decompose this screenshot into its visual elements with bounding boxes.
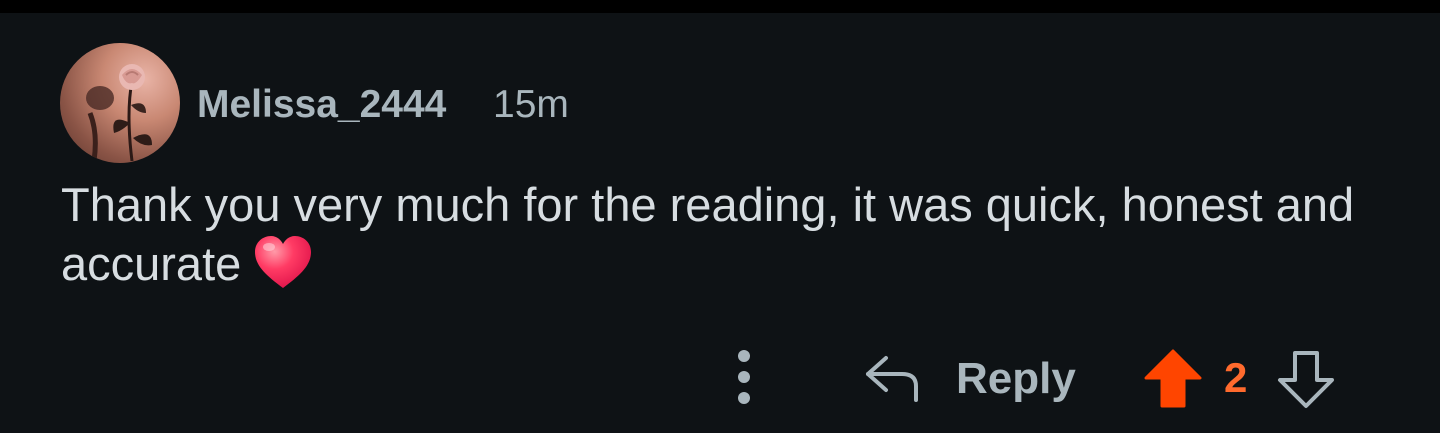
status-bar-strip bbox=[0, 0, 1440, 13]
more-vertical-icon bbox=[738, 350, 750, 404]
timestamp: 15m bbox=[493, 83, 569, 126]
avatar-rose-image bbox=[86, 64, 152, 162]
upvote-button[interactable] bbox=[1142, 348, 1204, 410]
reply-button[interactable]: Reply bbox=[862, 348, 1077, 408]
comment-body: Thank you very much for the reading, it … bbox=[61, 175, 1361, 293]
vote-count: 2 bbox=[1224, 354, 1248, 401]
downvote-arrow-icon bbox=[1278, 351, 1334, 408]
heart-emoji-icon bbox=[255, 236, 312, 288]
more-options-button[interactable] bbox=[727, 348, 761, 408]
downvote-button[interactable] bbox=[1276, 348, 1336, 410]
username[interactable]: Melissa_2444 bbox=[197, 83, 446, 127]
reply-label: Reply bbox=[956, 354, 1076, 403]
avatar[interactable] bbox=[60, 43, 180, 163]
comment: Melissa_2444 15m Thank you very much for… bbox=[0, 13, 1440, 433]
reply-arrow-icon bbox=[866, 356, 918, 402]
upvote-arrow-icon bbox=[1144, 349, 1202, 408]
